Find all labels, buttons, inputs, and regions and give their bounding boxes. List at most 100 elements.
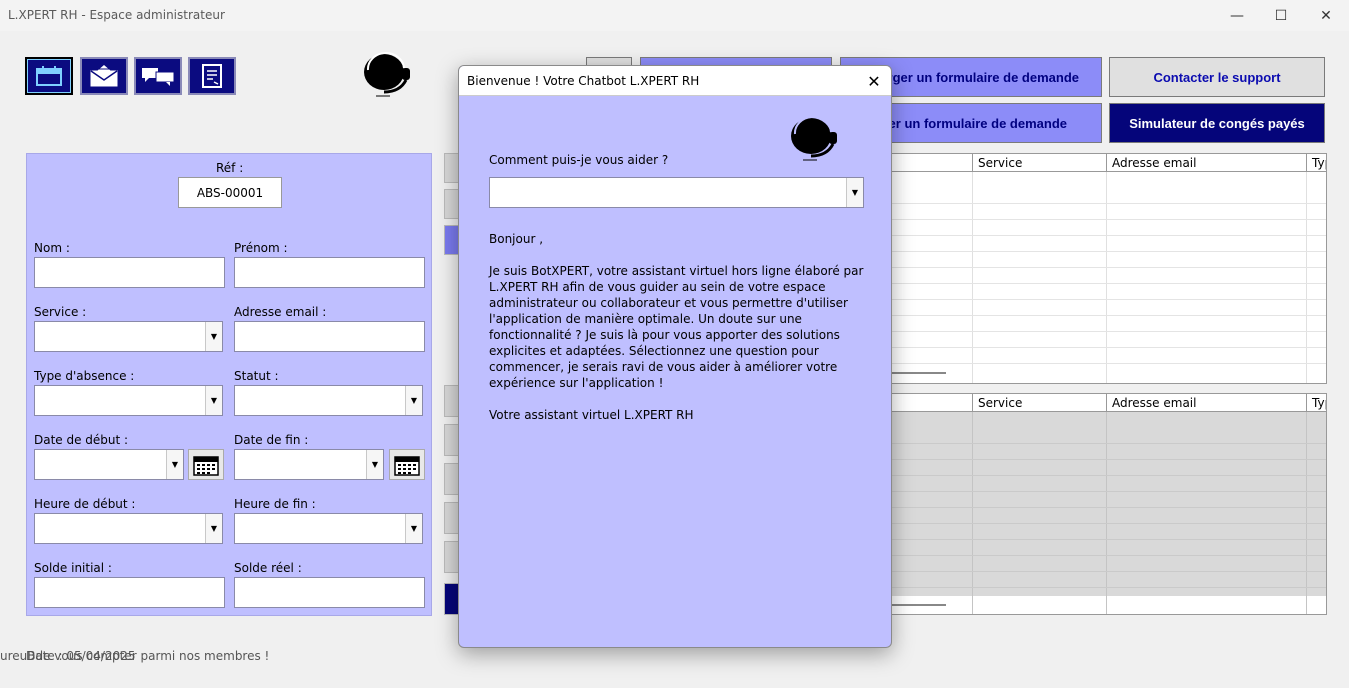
statut-select[interactable]: ▼	[234, 385, 423, 416]
table-row[interactable]	[841, 300, 1326, 316]
table-row[interactable]	[841, 444, 1326, 460]
mail-icon	[90, 65, 118, 87]
end-date-label: Date de fin :	[234, 433, 309, 447]
grid-header: Service Adresse email Typ	[841, 154, 1326, 172]
nom-input[interactable]	[34, 257, 225, 288]
grid-header-type[interactable]: Typ	[1306, 394, 1326, 412]
headset-logo-icon	[791, 115, 837, 161]
absence-type-select[interactable]: ▼	[34, 385, 223, 416]
chatbot-titlebar: Bienvenue ! Votre Chatbot L.XPERT RH ✕	[459, 66, 891, 96]
ref-field[interactable]: ABS-00001	[178, 177, 282, 208]
grid-header-service[interactable]: Service	[972, 394, 1106, 412]
form-icon	[202, 64, 222, 88]
email-input[interactable]	[234, 321, 425, 352]
question-select[interactable]: ▼	[489, 177, 864, 208]
table-row[interactable]	[841, 204, 1326, 220]
chevron-down-icon[interactable]: ▼	[205, 322, 222, 351]
start-time-select[interactable]: ▼	[34, 513, 223, 544]
table-row[interactable]	[841, 460, 1326, 476]
end-date-calendar-button[interactable]	[389, 449, 425, 480]
table-row[interactable]	[841, 556, 1326, 572]
end-time-label: Heure de fin :	[234, 497, 316, 511]
chatbot-dialog: Bienvenue ! Votre Chatbot L.XPERT RH ✕ C…	[458, 65, 892, 648]
email-label: Adresse email :	[234, 305, 327, 319]
chevron-down-icon[interactable]: ▼	[166, 450, 183, 479]
chevron-down-icon[interactable]: ▼	[366, 450, 383, 479]
contact-support-button[interactable]: Contacter le support	[1109, 57, 1325, 97]
absence-type-label: Type d'absence :	[34, 369, 135, 383]
table-row[interactable]	[841, 268, 1326, 284]
chat-button[interactable]	[134, 57, 182, 95]
grid-header-email[interactable]: Adresse email	[1106, 394, 1306, 412]
table-row[interactable]	[841, 236, 1326, 252]
chevron-down-icon[interactable]: ▼	[846, 178, 863, 207]
table-row[interactable]	[841, 188, 1326, 204]
absence-grid-top[interactable]: Service Adresse email Typ	[840, 153, 1327, 384]
chatbot-title: Bienvenue ! Votre Chatbot L.XPERT RH	[467, 74, 700, 88]
mail-button[interactable]	[80, 57, 128, 95]
close-icon[interactable]: ✕	[863, 70, 885, 92]
table-row[interactable]	[841, 284, 1326, 300]
nom-label: Nom :	[34, 241, 70, 255]
service-select[interactable]: ▼	[34, 321, 223, 352]
minimize-button[interactable]: —	[1214, 0, 1260, 31]
date-status-text: Date : 05/04/2025	[26, 649, 136, 663]
initial-balance-input[interactable]	[34, 577, 225, 608]
chevron-down-icon[interactable]: ▼	[205, 386, 222, 415]
table-row[interactable]	[841, 572, 1326, 588]
prenom-input[interactable]	[234, 257, 425, 288]
table-row[interactable]	[841, 476, 1326, 492]
calendar-icon	[36, 66, 62, 86]
prenom-label: Prénom :	[234, 241, 288, 255]
start-date-select[interactable]: ▼	[34, 449, 184, 480]
chevron-down-icon[interactable]: ▼	[405, 514, 422, 543]
table-row[interactable]	[841, 508, 1326, 524]
real-balance-input[interactable]	[234, 577, 425, 608]
grid-header-service[interactable]: Service	[972, 154, 1106, 172]
table-row[interactable]	[841, 428, 1326, 444]
chevron-down-icon[interactable]: ▼	[205, 514, 222, 543]
table-row[interactable]	[841, 252, 1326, 268]
start-time-label: Heure de début :	[34, 497, 136, 511]
start-date-label: Date de début :	[34, 433, 129, 447]
statut-label: Statut :	[234, 369, 279, 383]
service-label: Service :	[34, 305, 87, 319]
maximize-button[interactable]: ☐	[1258, 0, 1304, 31]
chevron-down-icon[interactable]: ▼	[405, 386, 422, 415]
chatbot-greeting: Bonjour ,	[489, 232, 544, 246]
table-row[interactable]	[841, 540, 1326, 556]
absence-grid-bottom[interactable]: Service Adresse email Typ	[840, 393, 1327, 615]
calendar-icon	[394, 455, 420, 476]
grid-header-email[interactable]: Adresse email	[1106, 154, 1306, 172]
calendar-icon	[193, 455, 219, 476]
question-label: Comment puis-je vous aider ?	[489, 153, 669, 167]
chat-icon	[142, 68, 175, 86]
ref-label: Réf :	[216, 161, 244, 175]
calendar-button[interactable]	[25, 57, 73, 95]
table-row[interactable]	[841, 524, 1326, 540]
window-titlebar: L.XPERT RH - Espace administrateur — ☐ ✕	[0, 0, 1349, 31]
chatbot-signature: Votre assistant virtuel L.XPERT RH	[489, 408, 694, 422]
horizontal-scrollbar[interactable]	[891, 604, 946, 606]
window-title: L.XPERT RH - Espace administrateur	[8, 8, 225, 22]
start-date-calendar-button[interactable]	[188, 449, 224, 480]
initial-balance-label: Solde initial :	[34, 561, 112, 575]
leave-simulator-button[interactable]: Simulateur de congés payés	[1109, 103, 1325, 143]
end-date-select[interactable]: ▼	[234, 449, 384, 480]
absence-form-panel: Réf : ABS-00001 Nom : Prénom : Service :…	[26, 153, 432, 616]
grid-header-type[interactable]: Typ	[1306, 154, 1326, 172]
form-button[interactable]	[188, 57, 236, 95]
real-balance-label: Solde réel :	[234, 561, 302, 575]
headset-logo-icon	[364, 51, 410, 97]
end-time-select[interactable]: ▼	[234, 513, 423, 544]
chatbot-body: Je suis BotXPERT, votre assistant virtue…	[489, 264, 864, 390]
chatbot-message: Bonjour , Je suis BotXPERT, votre assist…	[489, 231, 869, 439]
close-window-button[interactable]: ✕	[1303, 0, 1349, 31]
table-row[interactable]	[841, 220, 1326, 236]
grid-header: Service Adresse email Typ	[841, 394, 1326, 412]
table-row[interactable]	[841, 332, 1326, 348]
table-row[interactable]	[841, 492, 1326, 508]
table-row[interactable]	[841, 348, 1326, 364]
horizontal-scrollbar[interactable]	[891, 372, 946, 374]
table-row[interactable]	[841, 316, 1326, 332]
